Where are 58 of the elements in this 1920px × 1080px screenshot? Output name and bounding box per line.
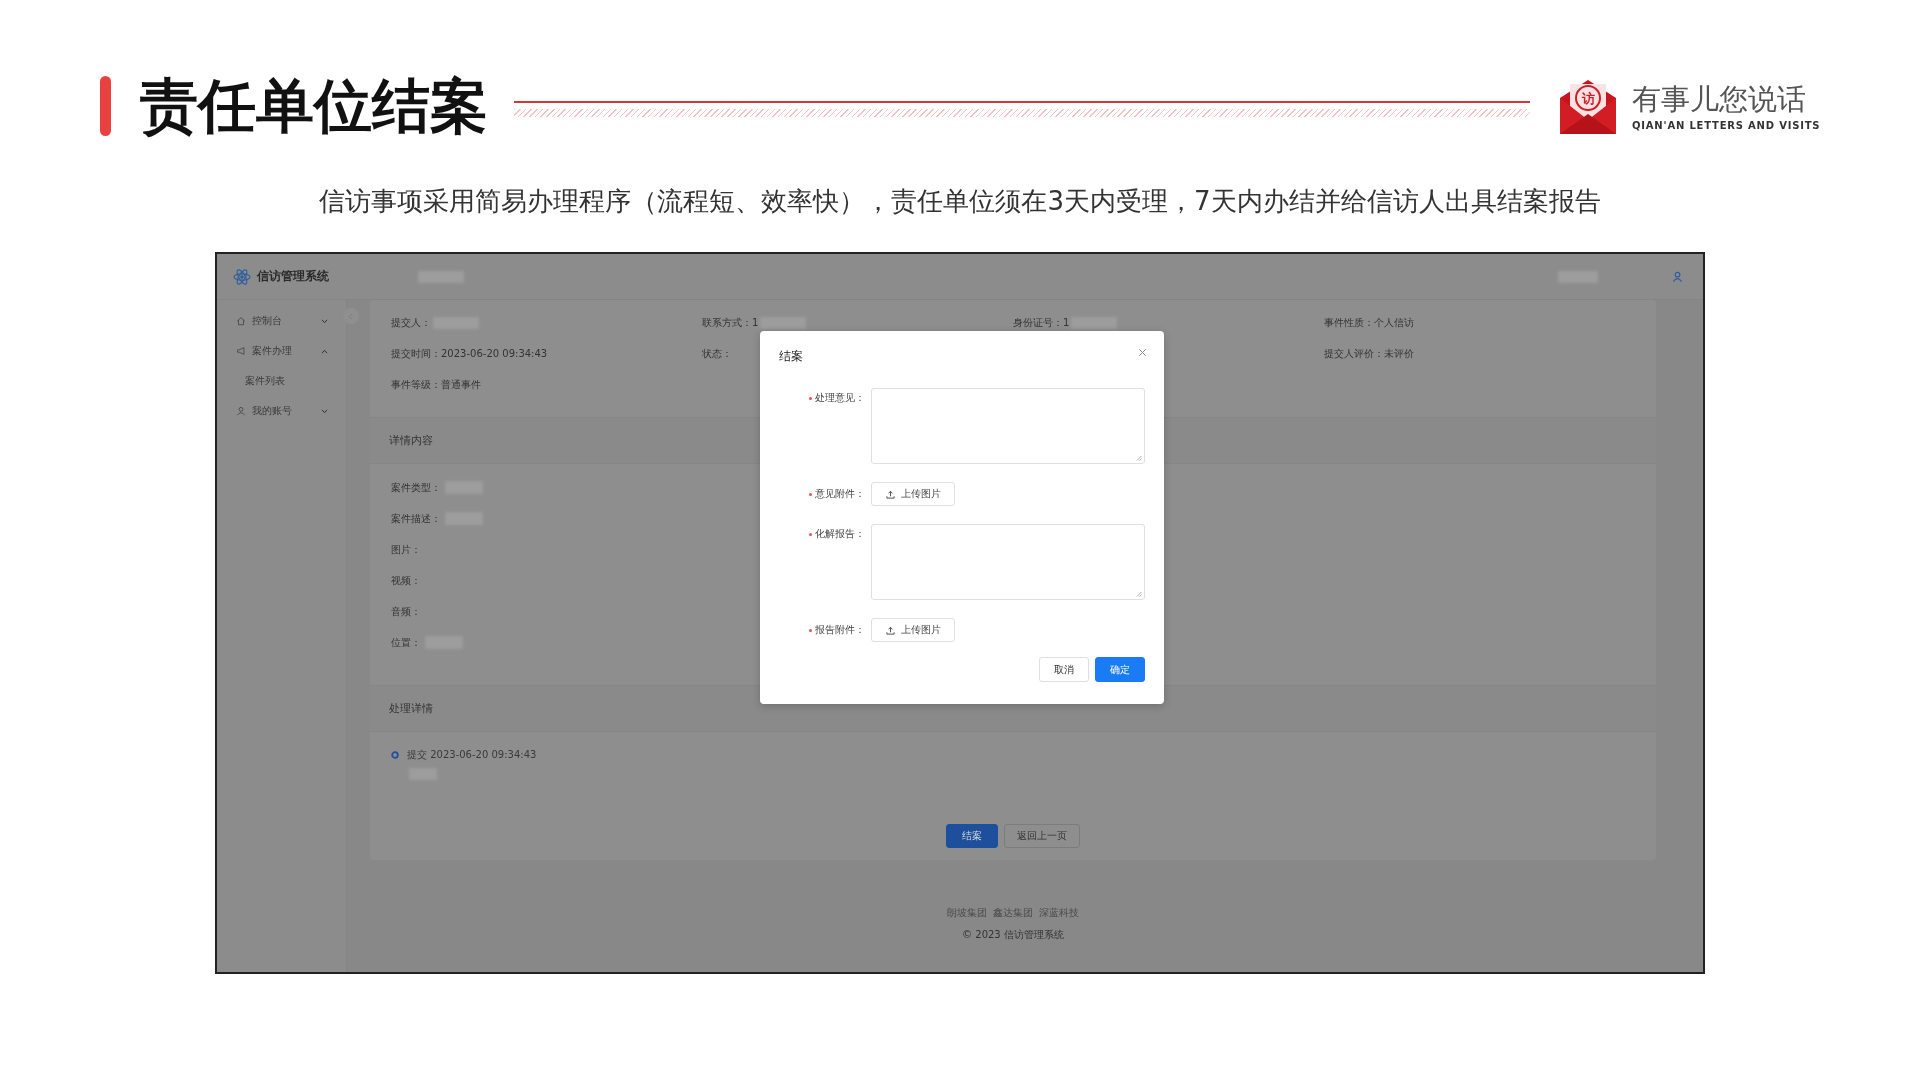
timeline-dot-icon bbox=[391, 751, 399, 759]
confirm-button[interactable]: 确定 bbox=[1095, 657, 1145, 682]
text-area[interactable] bbox=[871, 524, 1145, 600]
person-icon bbox=[236, 406, 246, 416]
home-icon bbox=[236, 316, 246, 326]
field-label: 提交人： bbox=[391, 315, 431, 330]
sidebar-item[interactable]: 案件办理 bbox=[217, 336, 346, 366]
slide-title: 责任单位结案 bbox=[140, 74, 488, 138]
upload-icon bbox=[885, 489, 895, 499]
sidebar-item[interactable]: 我的账号 bbox=[217, 396, 346, 426]
upload-button[interactable]: 上传图片 bbox=[871, 618, 955, 642]
field-label: 事件性质： bbox=[1324, 315, 1374, 330]
dialog-title: 结案 bbox=[779, 347, 803, 365]
field-label: 事件等级： bbox=[391, 377, 441, 392]
field-label: 案件类型： bbox=[391, 480, 441, 495]
logo-tagline: QIAN'AN LETTERS AND VISITS bbox=[1632, 119, 1821, 131]
close-icon[interactable] bbox=[1138, 347, 1147, 357]
field-label: 视频： bbox=[391, 573, 421, 588]
close-case-button[interactable]: 结案 bbox=[946, 824, 998, 848]
section-title: 详情内容 bbox=[389, 433, 433, 448]
resize-grip-icon bbox=[1136, 455, 1142, 461]
app-name: 信访管理系统 bbox=[257, 268, 329, 285]
field-label: 联系方式： bbox=[702, 315, 752, 330]
field-label: 音频： bbox=[391, 604, 421, 619]
cancel-button[interactable]: 取消 bbox=[1039, 657, 1089, 682]
field-label: 图片： bbox=[391, 542, 421, 557]
sidebar-item[interactable]: 控制台 bbox=[217, 306, 346, 336]
field-value: 普通事件 bbox=[441, 377, 481, 392]
field-label: 意见附件： bbox=[815, 487, 865, 501]
accent-bar bbox=[100, 76, 111, 136]
field-value: 个人信访 bbox=[1374, 315, 1414, 330]
field-label: 身份证号： bbox=[1013, 315, 1063, 330]
field-label: 处理意见： bbox=[815, 391, 865, 405]
field-label: 状态： bbox=[702, 346, 732, 361]
copyright-text: © 2023 信访管理系统 bbox=[962, 928, 1064, 942]
upload-icon bbox=[885, 625, 895, 635]
sidebar-subitem[interactable]: 案件列表 bbox=[217, 366, 346, 396]
atom-icon bbox=[233, 267, 251, 286]
text-area[interactable] bbox=[871, 388, 1145, 464]
megaphone-icon bbox=[236, 346, 246, 356]
slide-subtitle: 信访事项采用简易办理程序（流程短、效率快），责任单位须在3天内受理，7天内办结并给信访人出具结案报告 bbox=[318, 185, 1602, 218]
field-label: 提交人评价： bbox=[1324, 346, 1384, 361]
field-label: 位置： bbox=[391, 635, 421, 650]
upload-button[interactable]: 上传图片 bbox=[871, 482, 955, 506]
field-value: 2023-06-20 09:34:43 bbox=[441, 348, 548, 359]
timeline-text: 提交 2023-06-20 09:34:43 bbox=[407, 748, 537, 762]
field-value: 未评价 bbox=[1384, 346, 1414, 361]
logo-name: 有事儿您说话 bbox=[1632, 81, 1807, 116]
field-label: 案件描述： bbox=[391, 511, 441, 526]
resize-grip-icon bbox=[1136, 591, 1142, 597]
field-value: 1 bbox=[1063, 317, 1070, 328]
user-icon[interactable] bbox=[1672, 271, 1683, 282]
field-label: 报告附件： bbox=[815, 623, 865, 637]
field-label: 提交时间： bbox=[391, 346, 441, 361]
section-title: 处理详情 bbox=[389, 701, 433, 716]
field-value: 1 bbox=[752, 317, 759, 328]
visit-badge: 访 bbox=[1575, 85, 1601, 111]
field-label: 化解报告： bbox=[815, 527, 865, 541]
